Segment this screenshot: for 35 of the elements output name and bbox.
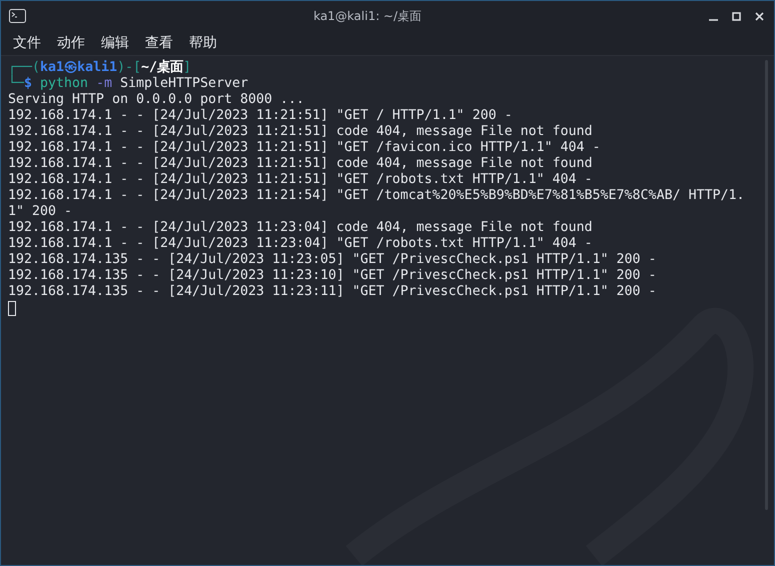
output-line: 192.168.174.1 - - [24/Jul/2023 11:21:54] "GET /tomcat%20%E5%B9%BD%E7%81%B5%E7%8C%AB/ HTTP/1. [8, 188, 746, 204]
prompt-line-glyph: ┌──( [8, 60, 40, 75]
maximize-icon[interactable] [732, 12, 741, 20]
prompt-host: kali1 [77, 60, 118, 76]
output-line: Serving HTTP on 0.0.0.0 port 8000 ... [8, 92, 306, 108]
menu-item[interactable]: 查看 [145, 32, 173, 54]
output-line: 192.168.174.1 - - [24/Jul/2023 11:21:51] code 404, message File not found [8, 156, 594, 172]
command-name: python [40, 76, 88, 92]
prompt-line-glyph: └─ [8, 76, 24, 92]
output-line: 192.168.174.1 - - [24/Jul/2023 11:23:04] "GET /robots.txt HTTP/1.1" 404 - [8, 236, 594, 252]
menu-item[interactable]: 帮助 [189, 32, 217, 54]
prompt-user: ka1 [40, 60, 64, 76]
command-argument: SimpleHTTPServer [120, 76, 248, 92]
prompt-path: ~/桌面 [141, 60, 184, 76]
output-line: 192.168.174.135 - - [24/Jul/2023 11:23:11] "GET /PrivescCheck.ps1 HTTP/1.1" 200 - [8, 284, 658, 300]
output-line: 192.168.174.1 - - [24/Jul/2023 11:21:51] "GET / HTTP/1.1" 200 - [8, 108, 514, 124]
output-line: 192.168.174.135 - - [24/Jul/2023 11:23:05] "GET /PrivescCheck.ps1 HTTP/1.1" 200 - [8, 252, 658, 268]
menu-item[interactable]: 编辑 [101, 32, 129, 54]
cursor-icon [8, 301, 16, 316]
menu-item[interactable]: 文件 [13, 32, 41, 54]
menu-item[interactable]: 动作 [57, 32, 85, 54]
output-line: 192.168.174.1 - - [24/Jul/2023 11:21:51] "GET /favicon.ico HTTP/1.1" 404 - [8, 140, 602, 156]
window-title: ka1@kali1: ~/桌面 [313, 8, 422, 25]
output-line: 192.168.174.1 - - [24/Jul/2023 11:21:51] code 404, message File not found [8, 124, 594, 140]
prompt-line-glyph: )-[ [117, 60, 142, 76]
output-line: 192.168.174.1 - - [24/Jul/2023 11:21:51] "GET /robots.txt HTTP/1.1" 404 - [8, 172, 594, 188]
prompt-line-glyph: ] [183, 60, 192, 76]
prompt-symbol: $ [24, 76, 32, 92]
output-line: 192.168.174.1 - - [24/Jul/2023 11:23:04] code 404, message File not found [8, 220, 594, 236]
output-line: 192.168.174.135 - - [24/Jul/2023 11:23:10] "GET /PrivescCheck.ps1 HTTP/1.1" 200 - [8, 268, 658, 284]
output-line: 1" 200 - [8, 204, 74, 220]
close-icon[interactable] [755, 12, 764, 20]
terminal-icon [9, 9, 26, 23]
prompt-separator: ㉿ [64, 60, 78, 76]
command-option: -m [96, 76, 112, 92]
